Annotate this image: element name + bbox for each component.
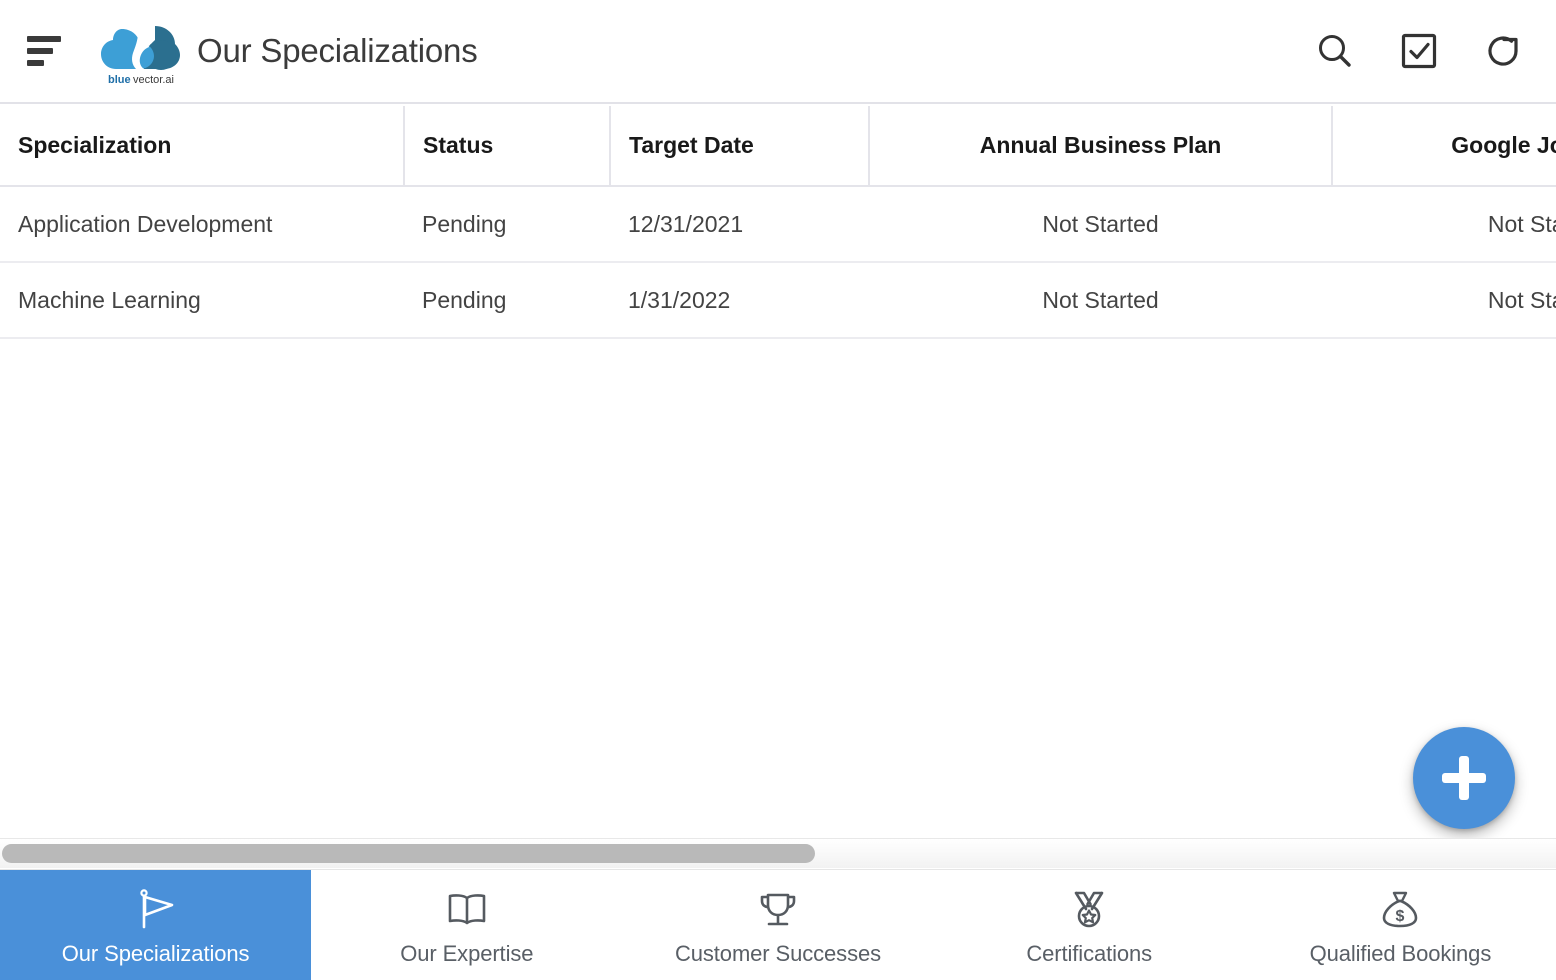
horizontal-scrollbar-thumb[interactable] (2, 844, 815, 863)
logo-text-blue: blue (108, 74, 131, 86)
plus-icon-vertical (1459, 756, 1469, 800)
menu-short-lines-icon (27, 36, 61, 66)
app-bar: blue vector.ai Our Specializations (0, 0, 1556, 104)
open-book-icon (442, 885, 492, 935)
nav-label: Customer Successes (674, 940, 882, 966)
bottom-navigation: Our Specializations Our Expertise Custom… (0, 869, 1556, 980)
add-button[interactable] (1413, 727, 1515, 829)
column-header-target-date[interactable]: Target Date (610, 106, 870, 187)
specializations-table: Specialization Status Target Date Annual… (0, 106, 1556, 339)
cell-google-joint-business-plan: Not Started (1332, 186, 1556, 263)
svg-text:$: $ (1396, 908, 1405, 925)
logo-text-vector: vector.ai (133, 74, 174, 86)
cell-specialization: Application Development (0, 186, 404, 263)
cloud-logo-icon: blue vector.ai (101, 26, 180, 86)
page-title: Our Specializations (197, 32, 478, 69)
nav-item-customer-successes[interactable]: Customer Successes (622, 870, 933, 980)
cell-specialization: Machine Learning (0, 262, 404, 339)
cell-status: Pending (404, 262, 610, 339)
column-header-status[interactable]: Status (404, 106, 611, 187)
menu-button[interactable] (16, 23, 72, 79)
nav-item-certifications[interactable]: Certifications (934, 870, 1245, 980)
nav-item-our-expertise[interactable]: Our Expertise (311, 870, 622, 980)
money-bag-icon: $ (1375, 885, 1425, 935)
column-header-google-joint-business-plan[interactable]: Google Joint Bus (1332, 106, 1556, 187)
nav-label: Our Specializations (61, 940, 250, 966)
column-header-specialization[interactable]: Specialization (0, 106, 405, 187)
horizontal-scrollbar-track[interactable] (0, 838, 1556, 868)
nav-label: Qualified Bookings (1309, 940, 1492, 966)
cell-status: Pending (404, 186, 610, 263)
medal-icon (1064, 885, 1114, 935)
nav-item-qualified-bookings[interactable]: $ Qualified Bookings (1245, 870, 1556, 980)
nav-item-our-specializations[interactable]: Our Specializations (0, 870, 312, 980)
cell-annual-business-plan: Not Started (869, 262, 1332, 339)
table-row[interactable]: Application Development Pending 12/31/20… (0, 186, 1556, 263)
cell-target-date: 1/31/2022 (610, 262, 869, 339)
flag-icon (131, 885, 181, 935)
checkbox-checked-icon[interactable] (1396, 28, 1442, 74)
table-header-row: Specialization Status Target Date Annual… (0, 106, 1556, 187)
nav-label: Our Expertise (400, 940, 534, 966)
nav-label: Certifications (1026, 940, 1153, 966)
column-header-annual-business-plan[interactable]: Annual Business Plan (869, 106, 1333, 187)
refresh-icon[interactable] (1480, 28, 1526, 74)
cell-google-joint-business-plan: Not Started (1332, 262, 1556, 339)
table-row[interactable]: Machine Learning Pending 1/31/2022 Not S… (0, 262, 1556, 339)
trophy-icon (753, 885, 803, 935)
specializations-table-viewport: Specialization Status Target Date Annual… (0, 106, 1556, 836)
cell-annual-business-plan: Not Started (869, 186, 1332, 263)
cell-target-date: 12/31/2021 (610, 186, 869, 263)
app-bar-actions (1312, 28, 1526, 74)
app-root: blue vector.ai Our Specializations Speci… (0, 0, 1556, 980)
search-icon[interactable] (1312, 28, 1358, 74)
bluevector-logo: blue vector.ai (98, 16, 184, 86)
